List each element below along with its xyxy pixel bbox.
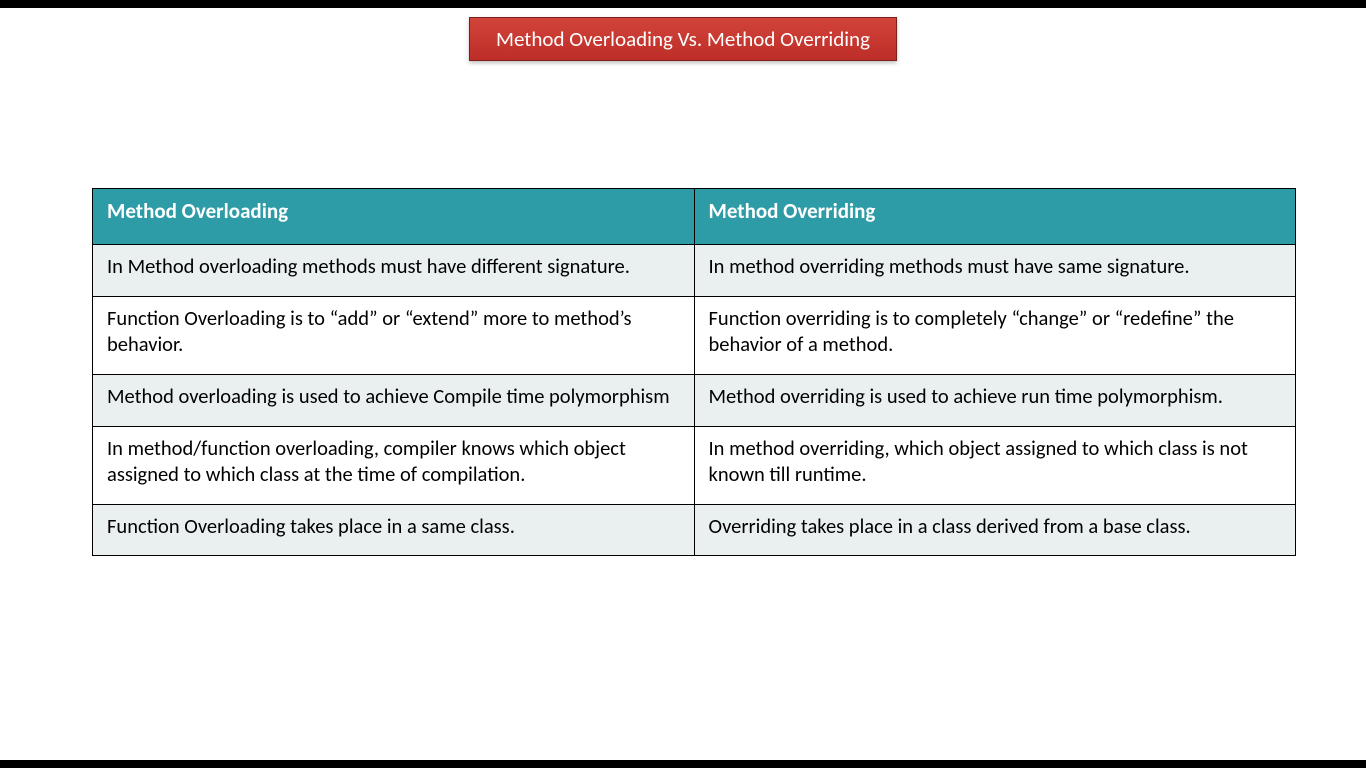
cell-overloading: In method/function overloading, compiler… <box>93 426 695 504</box>
cell-overloading: Function Overloading is to “add” or “ext… <box>93 296 695 374</box>
cell-overriding: In method overriding methods must have s… <box>694 245 1296 297</box>
cell-overriding: Function overriding is to completely “ch… <box>694 296 1296 374</box>
top-black-bar <box>0 0 1366 8</box>
table-header-row: Method Overloading Method Overriding <box>93 189 1296 245</box>
cell-overriding: Method overriding is used to achieve run… <box>694 374 1296 426</box>
table-row: In method/function overloading, compiler… <box>93 426 1296 504</box>
table-row: Function Overloading is to “add” or “ext… <box>93 296 1296 374</box>
table-body: In Method overloading methods must have … <box>93 245 1296 556</box>
table-row: Function Overloading takes place in a sa… <box>93 504 1296 556</box>
comparison-table: Method Overloading Method Overriding In … <box>92 188 1296 556</box>
cell-overriding: In method overriding, which object assig… <box>694 426 1296 504</box>
cell-overloading: In Method overloading methods must have … <box>93 245 695 297</box>
bottom-black-bar <box>0 760 1366 768</box>
slide-title: Method Overloading Vs. Method Overriding <box>469 17 897 61</box>
header-overriding: Method Overriding <box>694 189 1296 245</box>
table-row: In Method overloading methods must have … <box>93 245 1296 297</box>
cell-overloading: Method overloading is used to achieve Co… <box>93 374 695 426</box>
table-row: Method overloading is used to achieve Co… <box>93 374 1296 426</box>
header-overloading: Method Overloading <box>93 189 695 245</box>
cell-overriding: Overriding takes place in a class derive… <box>694 504 1296 556</box>
cell-overloading: Function Overloading takes place in a sa… <box>93 504 695 556</box>
